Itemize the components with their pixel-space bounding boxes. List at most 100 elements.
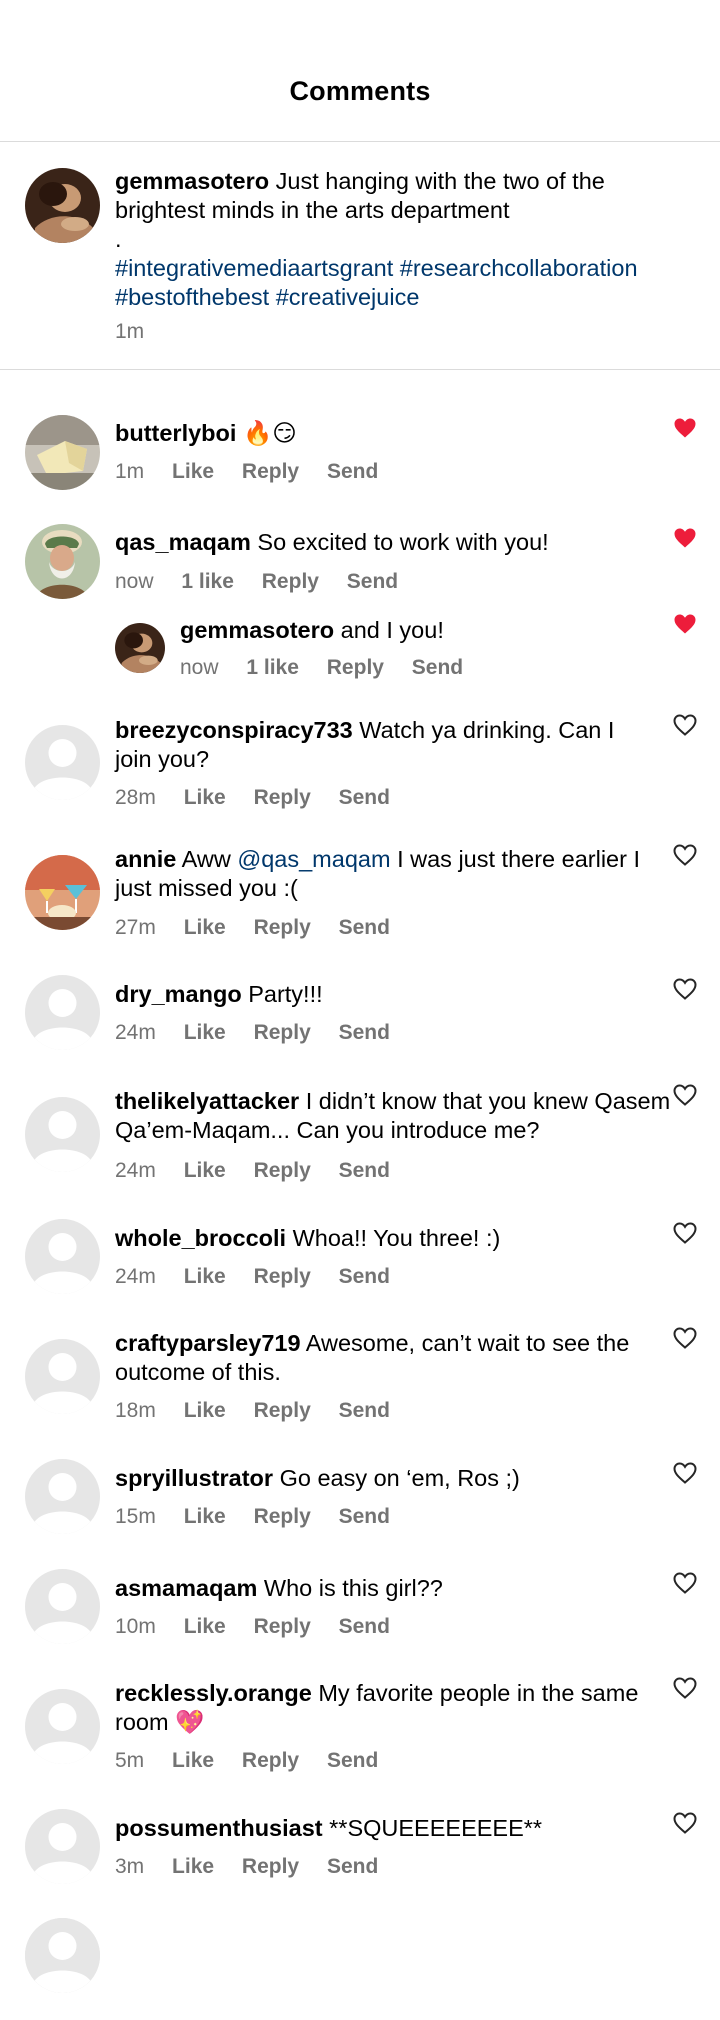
like-link[interactable]: Like [172, 1749, 214, 1772]
reply-link[interactable]: Reply [254, 1265, 311, 1288]
like-link[interactable]: Like [172, 1855, 214, 1878]
comment-text: recklessly.orange My favorite people in … [115, 1679, 655, 1737]
comment-username[interactable]: qas_maqam [115, 529, 251, 555]
like-link[interactable]: Like [184, 1021, 226, 1044]
reply-link[interactable]: Reply [242, 1855, 299, 1878]
heart-outline-icon[interactable] [673, 1677, 697, 1699]
reply-link[interactable]: Reply [254, 1021, 311, 1044]
commenter-avatar[interactable] [25, 725, 100, 800]
heart-outline-icon[interactable] [673, 1812, 697, 1834]
heart-outline-icon[interactable] [673, 1222, 697, 1244]
comment-meta: 1m Like Reply Send [115, 460, 400, 484]
commenter-avatar[interactable] [25, 524, 100, 599]
send-link[interactable]: Send [347, 570, 398, 593]
comment-body: Go easy on ‘em, Ros ;) [279, 1465, 520, 1491]
reply-link[interactable]: Reply [254, 1399, 311, 1422]
comment-username[interactable]: recklessly.orange [115, 1680, 312, 1706]
reply-link[interactable]: Reply [254, 1615, 311, 1638]
comment-username[interactable]: gemmasotero [180, 617, 334, 643]
send-link[interactable]: Send [339, 1265, 390, 1288]
comment-meta: 15m Like Reply Send [115, 1505, 412, 1529]
commenter-avatar[interactable] [25, 1689, 100, 1764]
reply-link[interactable]: Reply [242, 1749, 299, 1772]
heart-outline-icon[interactable] [673, 1327, 697, 1349]
comment-username[interactable]: dry_mango [115, 981, 242, 1007]
send-link[interactable]: Send [412, 656, 463, 679]
comment-username[interactable]: craftyparsley719 [115, 1330, 301, 1356]
heart-outline-icon[interactable] [673, 1084, 697, 1106]
send-link[interactable]: Send [327, 1749, 378, 1772]
comment-username[interactable]: butterlyboi [115, 420, 236, 446]
commenter-avatar[interactable] [25, 855, 100, 930]
commenter-avatar[interactable] [115, 623, 165, 673]
like-link[interactable]: Like [184, 1265, 226, 1288]
comment-body: **SQUEEEEEEEE** [329, 1815, 543, 1841]
send-link[interactable]: Send [339, 1159, 390, 1182]
heart-outline-icon[interactable] [673, 978, 697, 1000]
reply-link[interactable]: Reply [254, 1505, 311, 1528]
comment-username[interactable]: asmamaqam [115, 1575, 257, 1601]
comments-header: Comments [0, 0, 720, 142]
like-link[interactable]: Like [184, 1615, 226, 1638]
comment-username[interactable]: annie [115, 846, 176, 872]
comment-username[interactable]: breezyconspiracy733 [115, 717, 353, 743]
likes-count[interactable]: 1 like [181, 570, 234, 593]
commenter-avatar[interactable] [25, 1339, 100, 1414]
commenter-avatar[interactable] [25, 1809, 100, 1884]
comment-time: 1m [115, 460, 145, 483]
caption-hashtags-line1[interactable]: #integrativemediaartsgrant #researchcoll… [115, 255, 638, 281]
like-link[interactable]: Like [184, 1399, 226, 1422]
heart-outline-icon[interactable] [673, 1462, 697, 1484]
heart-filled-icon[interactable] [673, 417, 697, 439]
commenter-avatar[interactable] [25, 1569, 100, 1644]
heart-outline-icon[interactable] [673, 714, 697, 736]
comment-meta: 24m Like Reply Send [115, 1159, 412, 1183]
author-avatar[interactable] [25, 168, 100, 243]
comment-text: gemmasotero and I you! [180, 616, 660, 645]
likes-count[interactable]: 1 like [246, 656, 299, 679]
heart-outline-icon[interactable] [673, 1572, 697, 1594]
comment-username[interactable]: whole_broccoli [115, 1225, 286, 1251]
reply-link[interactable]: Reply [254, 1159, 311, 1182]
comment-time: 28m [115, 786, 156, 809]
send-link[interactable]: Send [339, 1615, 390, 1638]
heart-filled-icon[interactable] [673, 613, 697, 635]
send-link[interactable]: Send [327, 1855, 378, 1878]
like-link[interactable]: Like [184, 786, 226, 809]
heart-outline-icon[interactable] [673, 844, 697, 866]
comment-username[interactable]: possumenthusiast [115, 1815, 323, 1841]
commenter-avatar[interactable] [25, 1219, 100, 1294]
heart-filled-icon[interactable] [673, 527, 697, 549]
send-link[interactable]: Send [327, 460, 378, 483]
caption-dot: . [115, 226, 122, 252]
comment-text: spryillustrator Go easy on ‘em, Ros ;) [115, 1464, 655, 1493]
send-link[interactable]: Send [339, 1021, 390, 1044]
commenter-avatar[interactable] [25, 1097, 100, 1172]
comment-text: butterlyboi 🔥😏 [115, 419, 655, 448]
like-link[interactable]: Like [184, 1159, 226, 1182]
send-link[interactable]: Send [339, 786, 390, 809]
comment-username[interactable]: thelikelyattacker [115, 1088, 299, 1114]
like-link[interactable]: Like [172, 460, 214, 483]
like-link[interactable]: Like [184, 1505, 226, 1528]
send-link[interactable]: Send [339, 916, 390, 939]
comment-body: Whoa!! You three! :) [292, 1225, 501, 1251]
mention-link[interactable]: @qas_maqam [237, 846, 390, 872]
reply-link[interactable]: Reply [327, 656, 384, 679]
comment-text: annie Aww @qas_maqam I was just there ea… [115, 845, 675, 903]
caption-line1: Just hanging with the two of the [275, 168, 605, 194]
reply-link[interactable]: Reply [262, 570, 319, 593]
reply-link[interactable]: Reply [254, 786, 311, 809]
send-link[interactable]: Send [339, 1505, 390, 1528]
commenter-avatar[interactable] [25, 975, 100, 1050]
send-link[interactable]: Send [339, 1399, 390, 1422]
caption-username[interactable]: gemmasotero [115, 168, 269, 194]
comment-meta: now 1 like Reply Send [180, 656, 485, 680]
reply-link[interactable]: Reply [242, 460, 299, 483]
comment-username[interactable]: spryillustrator [115, 1465, 273, 1491]
commenter-avatar[interactable] [25, 415, 100, 490]
like-link[interactable]: Like [184, 916, 226, 939]
commenter-avatar[interactable] [25, 1459, 100, 1534]
caption-hashtags-line2[interactable]: #bestofthebest #creativejuice [115, 284, 419, 310]
reply-link[interactable]: Reply [254, 916, 311, 939]
